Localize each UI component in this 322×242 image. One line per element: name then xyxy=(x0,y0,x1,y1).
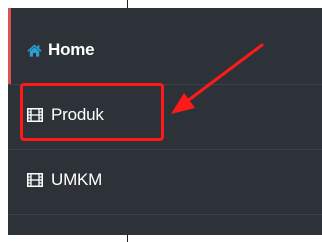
screenshot-frame: Home Produk UMKM xyxy=(0,0,322,242)
sidebar-item-label: UMKM xyxy=(51,170,103,189)
vertical-line-bottom xyxy=(127,235,128,242)
sidebar-nav: Home Produk UMKM xyxy=(8,8,322,235)
sidebar-item-umkm[interactable]: UMKM xyxy=(8,158,322,202)
vertical-line-top xyxy=(127,0,128,8)
divider xyxy=(8,214,322,215)
annotation-highlight-box xyxy=(20,83,164,141)
film-icon xyxy=(27,173,43,187)
home-icon xyxy=(27,44,42,57)
sidebar-item-home[interactable]: Home xyxy=(8,28,322,72)
divider xyxy=(8,149,322,150)
sidebar-item-label: Home xyxy=(48,40,95,59)
